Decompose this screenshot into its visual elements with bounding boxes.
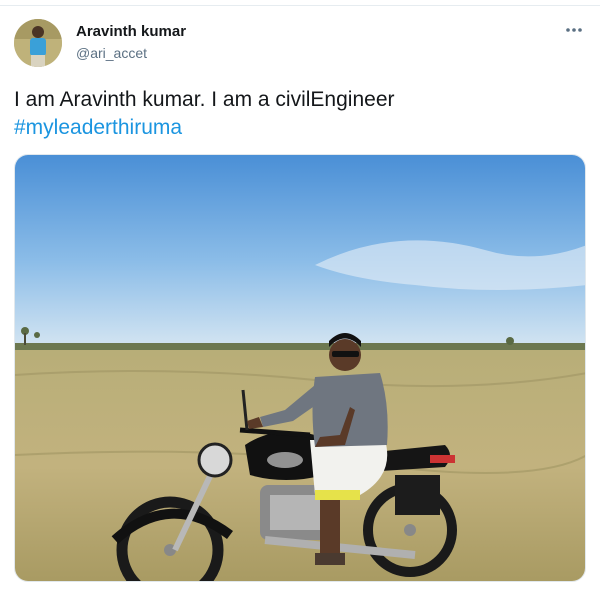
- hashtag-link[interactable]: #myleaderthiruma: [14, 114, 584, 142]
- avatar-image: [14, 19, 62, 67]
- tweet-text-line: I am Aravinth kumar. I am a civilEnginee…: [14, 88, 395, 111]
- ellipsis-icon: [566, 28, 582, 32]
- display-name[interactable]: Aravinth kumar: [76, 23, 186, 40]
- divider: [0, 5, 600, 6]
- tweet-card: Aravinth kumar @ari_accet I am Aravinth …: [0, 0, 600, 600]
- horizon: [15, 343, 585, 351]
- user-handle[interactable]: @ari_accet: [76, 45, 147, 61]
- tweet-text: I am Aravinth kumar. I am a civilEnginee…: [14, 86, 584, 142]
- sky: [15, 155, 585, 350]
- more-options-button[interactable]: [562, 20, 586, 40]
- avatar[interactable]: [14, 19, 62, 67]
- photo-scene: [15, 155, 585, 581]
- tweet-photo[interactable]: [14, 154, 586, 582]
